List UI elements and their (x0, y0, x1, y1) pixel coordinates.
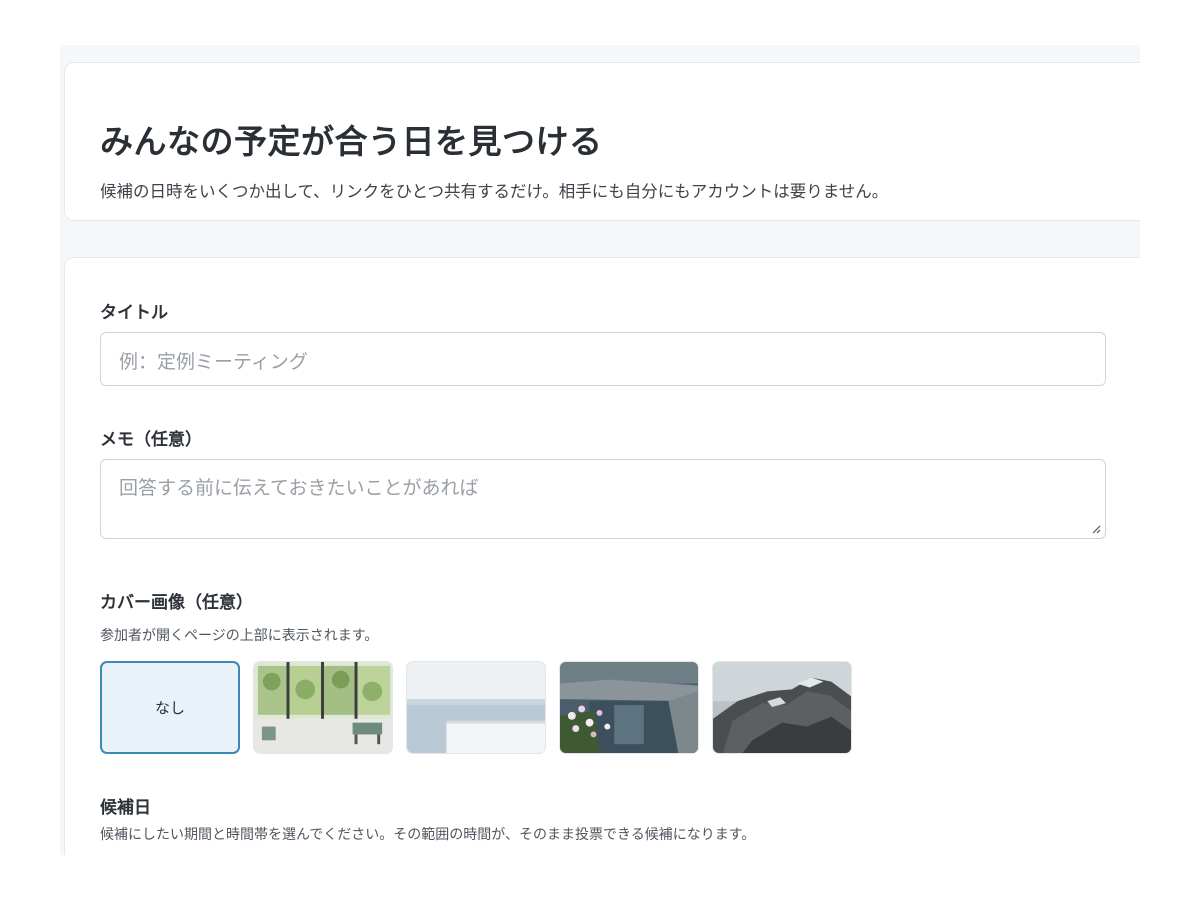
event-form: タイトル 例：定例ミーティング メモ（任意） 回答する前に伝えておきたいことがあ… (64, 257, 1140, 855)
page-viewport: みんなの予定が合う日を見つける 候補の日時をいくつか出して、リンクをひとつ共有す… (60, 45, 1140, 855)
dates-label: 候補日 (100, 798, 151, 818)
cover-label: カバー画像（任意） (100, 593, 253, 613)
cover-rocky-mountain-icon (713, 662, 851, 753)
page-subtitle: 候補の日時をいくつか出して、リンクをひとつ共有するだけ。相手にも自分にもアカウン… (100, 182, 889, 201)
page-title: みんなの予定が合う日を見つける (100, 122, 603, 161)
title-label: タイトル (100, 303, 168, 323)
cover-glass-garden-icon (254, 662, 392, 753)
cover-option-none-label: なし (154, 699, 185, 717)
title-placeholder: 例：定例ミーティング (119, 351, 308, 373)
cover-option-glass-garden[interactable] (253, 661, 393, 754)
resize-handle-icon[interactable] (1091, 524, 1101, 534)
cover-option-pond-flowers[interactable] (559, 661, 699, 754)
cover-option-sea-horizon[interactable] (406, 661, 546, 754)
cover-pond-flowers-icon (560, 662, 698, 753)
dates-hint: 候補にしたい期間と時間帯を選んでください。その範囲の時間が、そのまま投票できる候… (100, 827, 756, 843)
title-input[interactable]: 例：定例ミーティング (100, 332, 1106, 386)
memo-textarea[interactable]: 回答する前に伝えておきたいことがあれば (100, 459, 1106, 539)
cover-hint: 参加者が開くページの上部に表示されます。 (100, 628, 379, 644)
cover-picker: なし (100, 661, 860, 756)
cover-option-rocky-mountain[interactable] (712, 661, 852, 754)
memo-label: メモ（任意） (100, 430, 202, 450)
memo-placeholder: 回答する前に伝えておきたいことがあれば (119, 477, 479, 499)
cover-option-none[interactable]: なし (100, 661, 240, 754)
cover-sea-horizon-icon (407, 662, 545, 753)
hero-card: みんなの予定が合う日を見つける 候補の日時をいくつか出して、リンクをひとつ共有す… (64, 62, 1140, 221)
